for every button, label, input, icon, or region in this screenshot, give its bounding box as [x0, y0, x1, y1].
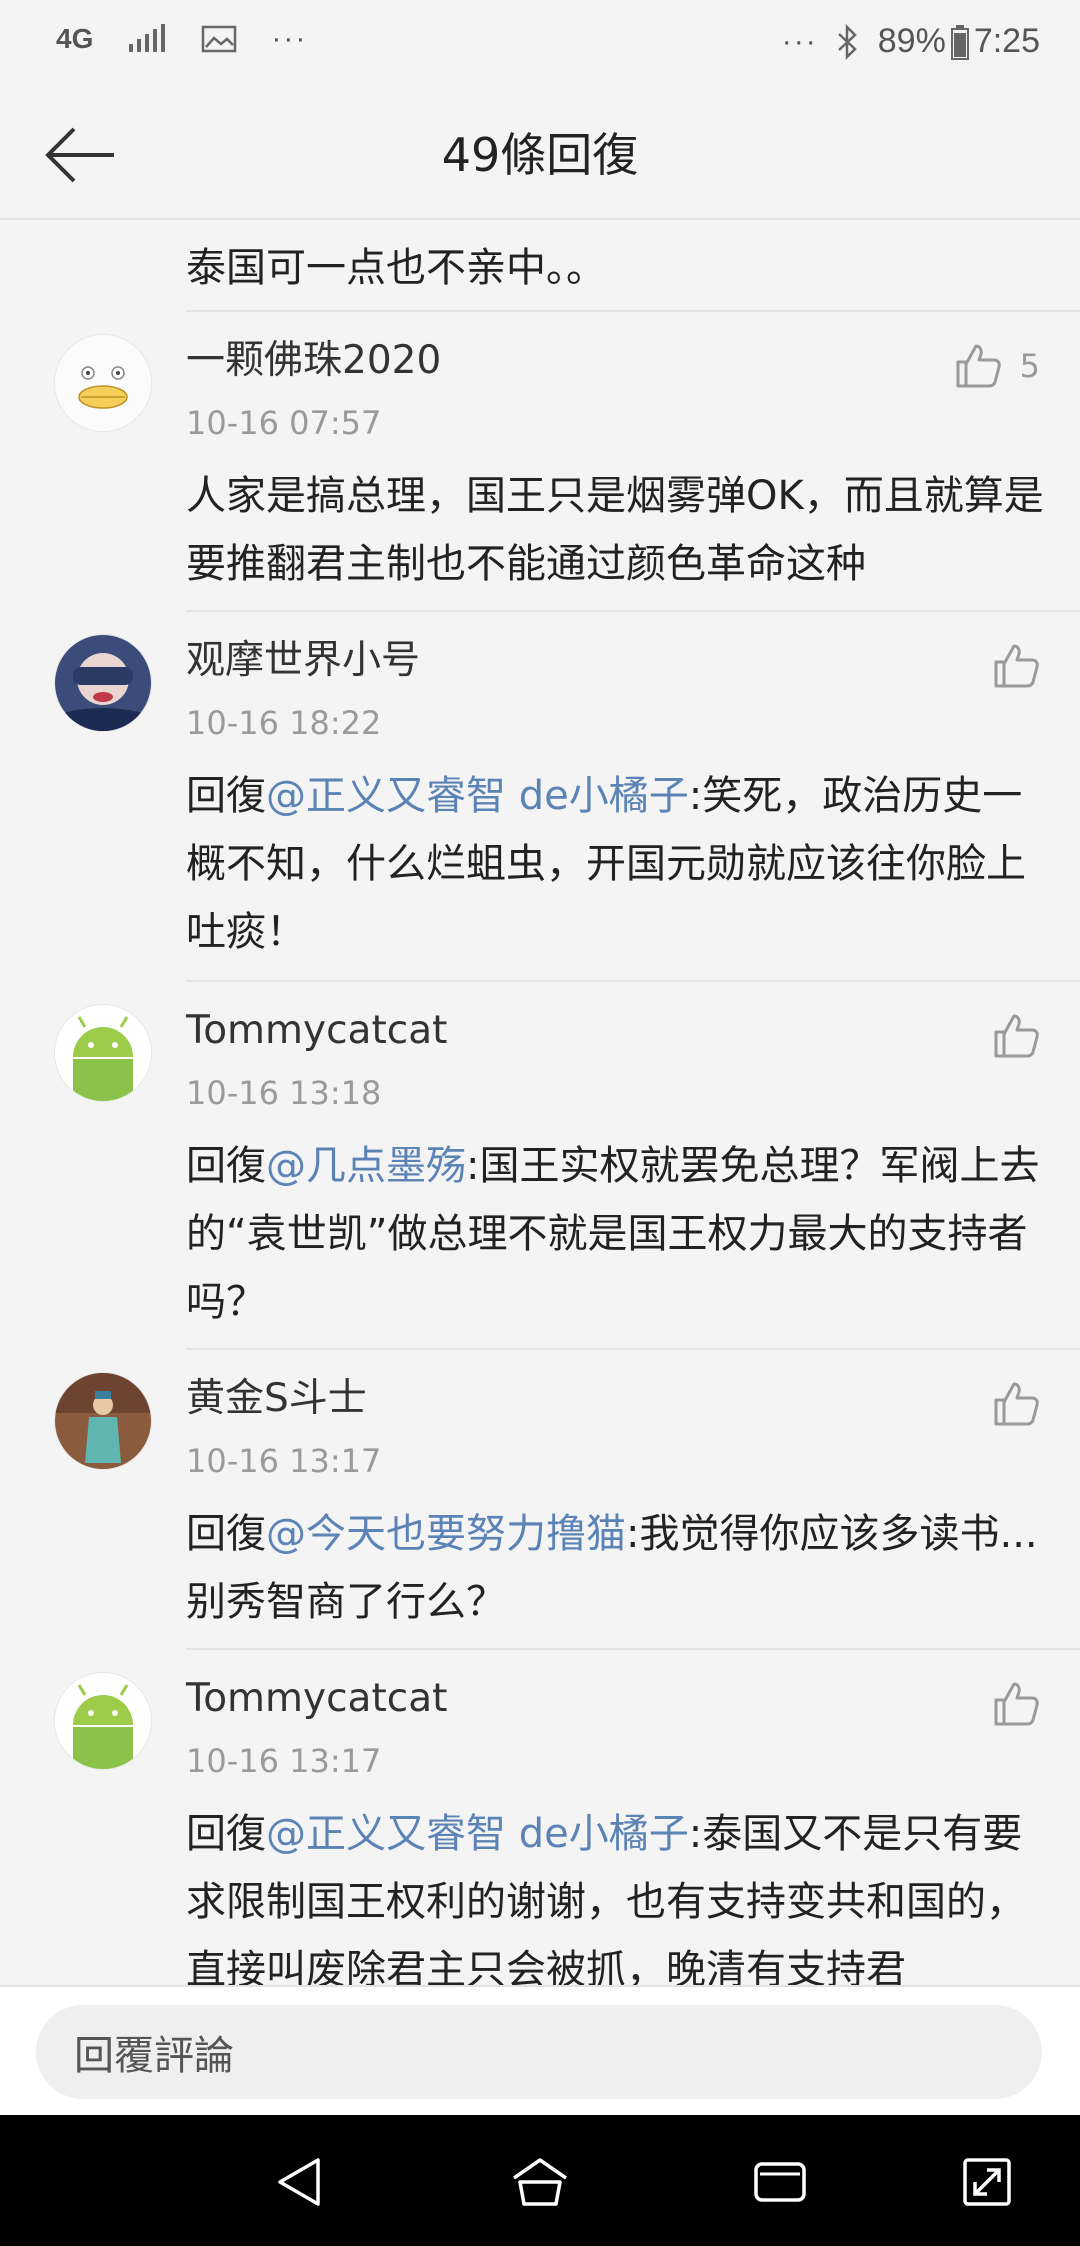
- mention-link[interactable]: @几点墨殇: [266, 1143, 466, 1189]
- comment-item: Tommycatcat 10-16 13:17 回復@正义又睿智 de小橘子:泰…: [0, 1650, 1080, 1985]
- signal-icon: [129, 24, 166, 52]
- avatar[interactable]: [54, 1004, 152, 1102]
- comment-body: 回復@今天也要努力撸猫:我觉得你应该多读书...别秀智商了行么？: [186, 1500, 1046, 1636]
- comment-item: 一颗佛珠2020 10-16 07:57 5 人家是搞总理，国王只是烟雾弹OK，…: [0, 312, 1080, 612]
- battery-percent: 89%: [877, 22, 946, 60]
- reply-prefix: 回復: [186, 1511, 266, 1557]
- clock: 7:25: [973, 22, 1040, 60]
- timestamp: 10-16 13:17: [186, 1442, 382, 1480]
- partial-comment: 泰国可一点也不亲中。。: [0, 220, 1080, 312]
- nav-recents-button[interactable]: [745, 2147, 815, 2217]
- comment-body: 回復@正义又睿智 de小橘子:笑死，政治历史一概不知，什么烂蛆虫，开国元勋就应该…: [186, 762, 1046, 966]
- network-type: 4G: [56, 23, 94, 54]
- comment-body: 回復@正义又睿智 de小橘子:泰国又不是只有要求限制国王权利的谢谢，也有支持变共…: [186, 1800, 1046, 1985]
- avatar[interactable]: [54, 1372, 152, 1470]
- image-icon: [202, 25, 237, 53]
- avatar[interactable]: [54, 1672, 152, 1770]
- reply-prefix: 回復: [186, 1811, 266, 1857]
- android-icon: [55, 1005, 151, 1101]
- username[interactable]: Tommycatcat: [186, 1672, 447, 1726]
- like-button[interactable]: [992, 1380, 1040, 1428]
- comment-text: 泰国可一点也不亲中。。: [186, 245, 606, 291]
- status-more: ···: [781, 24, 818, 58]
- comment-body: 回復@几点墨殇:国王实权就罢免总理？军阀上去的“袁世凯”做总理不就是国王权力最大…: [186, 1132, 1046, 1336]
- comment-item: 观摩世界小号 10-16 18:22 回復@正义又睿智 de小橘子:笑死，政治历…: [0, 612, 1080, 982]
- thumbs-up-icon: [994, 1382, 1039, 1426]
- comment-item: Tommycatcat 10-16 13:18 回復@几点墨殇:国王实权就罢免总…: [0, 982, 1080, 1350]
- navigation-bar: [0, 2115, 1080, 2246]
- like-button[interactable]: 5: [954, 342, 1040, 390]
- reply-placeholder: 回覆評論: [74, 2033, 234, 2079]
- nav-expand-button[interactable]: [952, 2147, 1022, 2217]
- timestamp: 10-16 07:57: [186, 404, 382, 442]
- avatar[interactable]: [54, 634, 152, 732]
- battery-icon: [950, 24, 969, 60]
- like-count: 5: [1019, 347, 1040, 385]
- mention-link[interactable]: @正义又睿智 de小橘子: [266, 1811, 689, 1857]
- reply-prefix: 回復: [186, 1143, 266, 1189]
- reply-prefix: 回復: [186, 773, 266, 819]
- thumbs-up-icon: [994, 1014, 1039, 1058]
- username[interactable]: Tommycatcat: [186, 1004, 447, 1058]
- username[interactable]: 黄金S斗士: [186, 1372, 367, 1426]
- nav-home-button[interactable]: [505, 2147, 575, 2217]
- expand-icon: [963, 2158, 1011, 2206]
- avatar[interactable]: [54, 334, 152, 432]
- like-button[interactable]: [992, 1012, 1040, 1060]
- status-bar: 4G ··· ··· 89% 7:25: [0, 0, 1080, 90]
- home-icon: [513, 2158, 567, 2206]
- comment-text: 人家是搞总理，国王只是烟雾弹OK，而且就算是要推翻君主制也不能通过颜色革命这种: [186, 473, 1044, 587]
- like-button[interactable]: [992, 1680, 1040, 1728]
- comment-list[interactable]: 泰国可一点也不亲中。。 一颗佛珠2020 10-16 07:57 5 人家是搞总…: [0, 220, 1080, 1985]
- timestamp: 10-16 13:18: [186, 1074, 382, 1112]
- username[interactable]: 观摩世界小号: [186, 634, 420, 688]
- nav-back-button[interactable]: [265, 2147, 335, 2217]
- recents-icon: [754, 2162, 806, 2202]
- like-button[interactable]: [992, 642, 1040, 690]
- header: 49條回復: [0, 90, 1080, 220]
- thumbs-up-icon: [994, 644, 1039, 688]
- reply-input[interactable]: 回覆評論: [36, 2005, 1042, 2099]
- mention-link[interactable]: @正义又睿智 de小橘子: [266, 773, 689, 819]
- reply-bar: 回覆評論: [0, 1985, 1080, 2117]
- mention-link[interactable]: @今天也要努力撸猫: [266, 1511, 626, 1557]
- timestamp: 10-16 18:22: [186, 704, 382, 742]
- triangle-back-icon: [278, 2158, 320, 2206]
- timestamp: 10-16 13:17: [186, 1742, 382, 1780]
- android-icon: [55, 1673, 151, 1769]
- thumbs-up-icon: [956, 344, 1001, 388]
- username[interactable]: 一颗佛珠2020: [186, 334, 441, 388]
- notifications-more: ···: [271, 22, 308, 55]
- page-title: 49條回復: [441, 128, 639, 182]
- bluetooth-icon: [837, 23, 857, 60]
- comment-item: 黄金S斗士 10-16 13:17 回復@今天也要努力撸猫:我觉得你应该多读书.…: [0, 1350, 1080, 1650]
- thumbs-up-icon: [994, 1682, 1039, 1726]
